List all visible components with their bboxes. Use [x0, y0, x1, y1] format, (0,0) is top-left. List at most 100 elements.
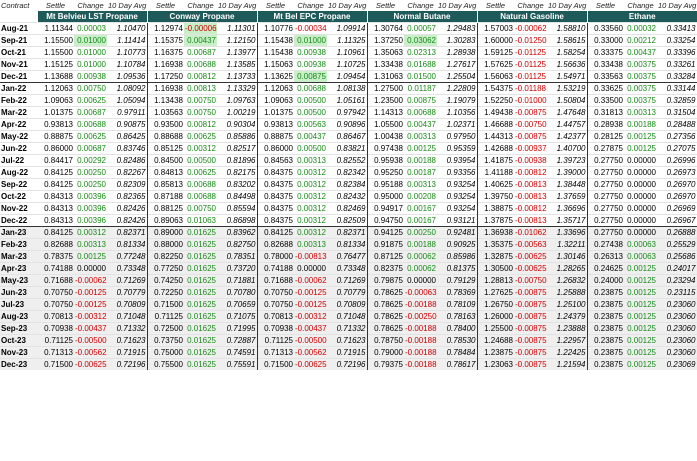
ten-day-avg-value: 0.70780: [217, 286, 258, 299]
ten-day-avg-value: 0.86467: [327, 130, 368, 143]
ten-day-avg-value: 0.90925: [437, 238, 478, 251]
table-row: Feb-22 1.09063 0.00625 1.05094 1.13438 0.0075…: [0, 94, 697, 107]
table-row: Dec-23 0.71500 -0.00625 0.72196 0.75500 0.016…: [0, 358, 697, 370]
settle-value: 0.91875: [367, 238, 404, 251]
settle-value: 0.75000: [147, 346, 184, 359]
settle-value: 1.12974: [147, 22, 184, 35]
ten-day-avg-value: 1.47648: [547, 106, 588, 119]
table-row: Aug-21 1.11344 0.00003 1.10470 1.12974 -0.000…: [0, 22, 697, 35]
settle-column-header: Settle: [155, 1, 176, 10]
ten-day-avg-value: 0.23069: [657, 358, 697, 370]
settle-value: 0.94917: [367, 202, 404, 215]
change-value: 0.00000: [294, 262, 327, 275]
table-row: Aug-22 0.84125 0.00250 0.82267 0.84813 0.0062…: [0, 166, 697, 179]
change-value: 0.00063: [624, 238, 657, 251]
product-header-2: Mt Bel EPC Propane: [256, 11, 367, 23]
settle-column-header: Settle: [265, 1, 286, 10]
ten-day-avg-value: 1.24379: [547, 310, 588, 323]
ten-day-avg-value: 0.26888: [657, 226, 697, 239]
ten-day-avg-value: 0.71332: [107, 322, 148, 335]
change-value: -0.00125: [294, 298, 327, 311]
ten-day-avg-value: 1.38448: [547, 178, 588, 191]
change-value: 0.00396: [74, 202, 107, 215]
settle-value: 1.09063: [257, 94, 294, 107]
change-value: -0.00875: [514, 358, 547, 370]
change-value: -0.00750: [514, 274, 547, 287]
change-value: 0.00000: [404, 274, 437, 287]
change-value: 0.00125: [624, 298, 657, 311]
ten-day-avg-value: 1.23888: [547, 322, 588, 335]
ten-day-avg-value: 1.09763: [217, 94, 258, 107]
settle-value: 0.84125: [37, 178, 74, 191]
change-value: 0.00813: [184, 82, 217, 95]
settle-value: 1.27625: [477, 286, 514, 299]
ten-day-avg-value: 1.42377: [547, 130, 588, 143]
ten-day-avg-value: 0.24017: [657, 262, 697, 275]
change-value: 0.01625: [184, 274, 217, 287]
change-value: -0.00875: [514, 298, 547, 311]
avg-column-header: 10 Day Avg: [218, 1, 257, 10]
change-value: 0.00208: [404, 190, 437, 203]
change-value: 0.00688: [184, 178, 217, 191]
ten-day-avg-value: 0.32859: [657, 94, 697, 107]
ten-day-avg-value: 0.25529: [657, 238, 697, 251]
product-header-0: Mt Belvieu LST Propane: [36, 11, 147, 23]
settle-value: 0.78375: [37, 250, 74, 263]
ten-day-avg-value: 1.33696: [547, 226, 588, 239]
change-value: 0.00188: [624, 118, 657, 131]
change-value: 0.01625: [184, 358, 217, 370]
settle-value: 0.82250: [147, 250, 184, 263]
change-value: 0.00812: [184, 118, 217, 131]
settle-value: 0.27875: [587, 142, 624, 155]
product-header-5: Ethane: [586, 11, 697, 23]
settle-value: 1.00438: [367, 130, 404, 143]
settle-value: 1.33438: [367, 58, 404, 71]
settle-value: 1.16375: [147, 46, 184, 59]
settle-value: 0.27750: [587, 178, 624, 191]
change-value: -0.00625: [514, 250, 547, 263]
settle-value: 1.27500: [367, 82, 404, 95]
table-row: Nov-21 1.15125 0.01000 1.10784 1.16938 0.0068…: [0, 58, 697, 71]
settle-value: 0.33563: [587, 70, 624, 83]
change-value: 0.00188: [404, 238, 437, 251]
change-value: 0.01187: [404, 82, 437, 95]
contract-month: Oct-22: [0, 190, 37, 203]
change-value: 0.00125: [404, 142, 437, 155]
settle-value: 1.11344: [37, 22, 74, 35]
settle-value: 0.88688: [147, 130, 184, 143]
table-row: Jan-22 1.12063 0.00750 1.08092 1.16938 0.0081…: [0, 82, 697, 95]
settle-value: 0.71125: [257, 334, 294, 347]
settle-value: 0.95000: [367, 190, 404, 203]
change-value: 0.00938: [74, 70, 107, 83]
change-value: 0.00437: [624, 46, 657, 59]
settle-value: 0.82688: [37, 238, 74, 251]
settle-value: 0.78625: [367, 286, 404, 299]
change-column-header: Change: [407, 1, 434, 10]
ten-day-avg-value: 0.72196: [327, 358, 368, 370]
ten-day-avg-value: 1.19079: [437, 94, 478, 107]
change-value: 0.00313: [404, 178, 437, 191]
settle-value: 1.41875: [477, 154, 514, 167]
change-value: -0.00813: [514, 178, 547, 191]
settle-value: 1.57003: [477, 22, 514, 35]
settle-value: 0.28938: [587, 118, 624, 131]
settle-value: 0.26313: [587, 250, 624, 263]
change-value: -0.00500: [294, 334, 327, 347]
table-row: Sep-23 0.70938 -0.00437 0.71332 0.72500 0.016…: [0, 322, 697, 335]
settle-value: 0.86000: [257, 142, 294, 155]
change-value: 0.01063: [184, 214, 217, 227]
settle-value: 0.84375: [257, 202, 294, 215]
settle-value: 0.23875: [587, 298, 624, 311]
settle-value: 1.37875: [477, 214, 514, 227]
settle-value: 1.24688: [477, 334, 514, 347]
ten-day-avg-value: 0.82267: [107, 166, 148, 179]
ten-day-avg-value: 1.32211: [547, 238, 588, 251]
change-value: -0.00188: [404, 334, 437, 347]
change-column-header: Change: [297, 1, 324, 10]
product-header-row: Mt Belvieu LST Propane Conway Propane Mt B…: [0, 11, 697, 23]
settle-value: 1.15438: [257, 46, 294, 59]
change-value: 0.00687: [74, 142, 107, 155]
change-value: 0.00312: [74, 226, 107, 239]
settle-value: 0.84375: [257, 190, 294, 203]
ten-day-avg-value: 1.10773: [107, 46, 148, 59]
